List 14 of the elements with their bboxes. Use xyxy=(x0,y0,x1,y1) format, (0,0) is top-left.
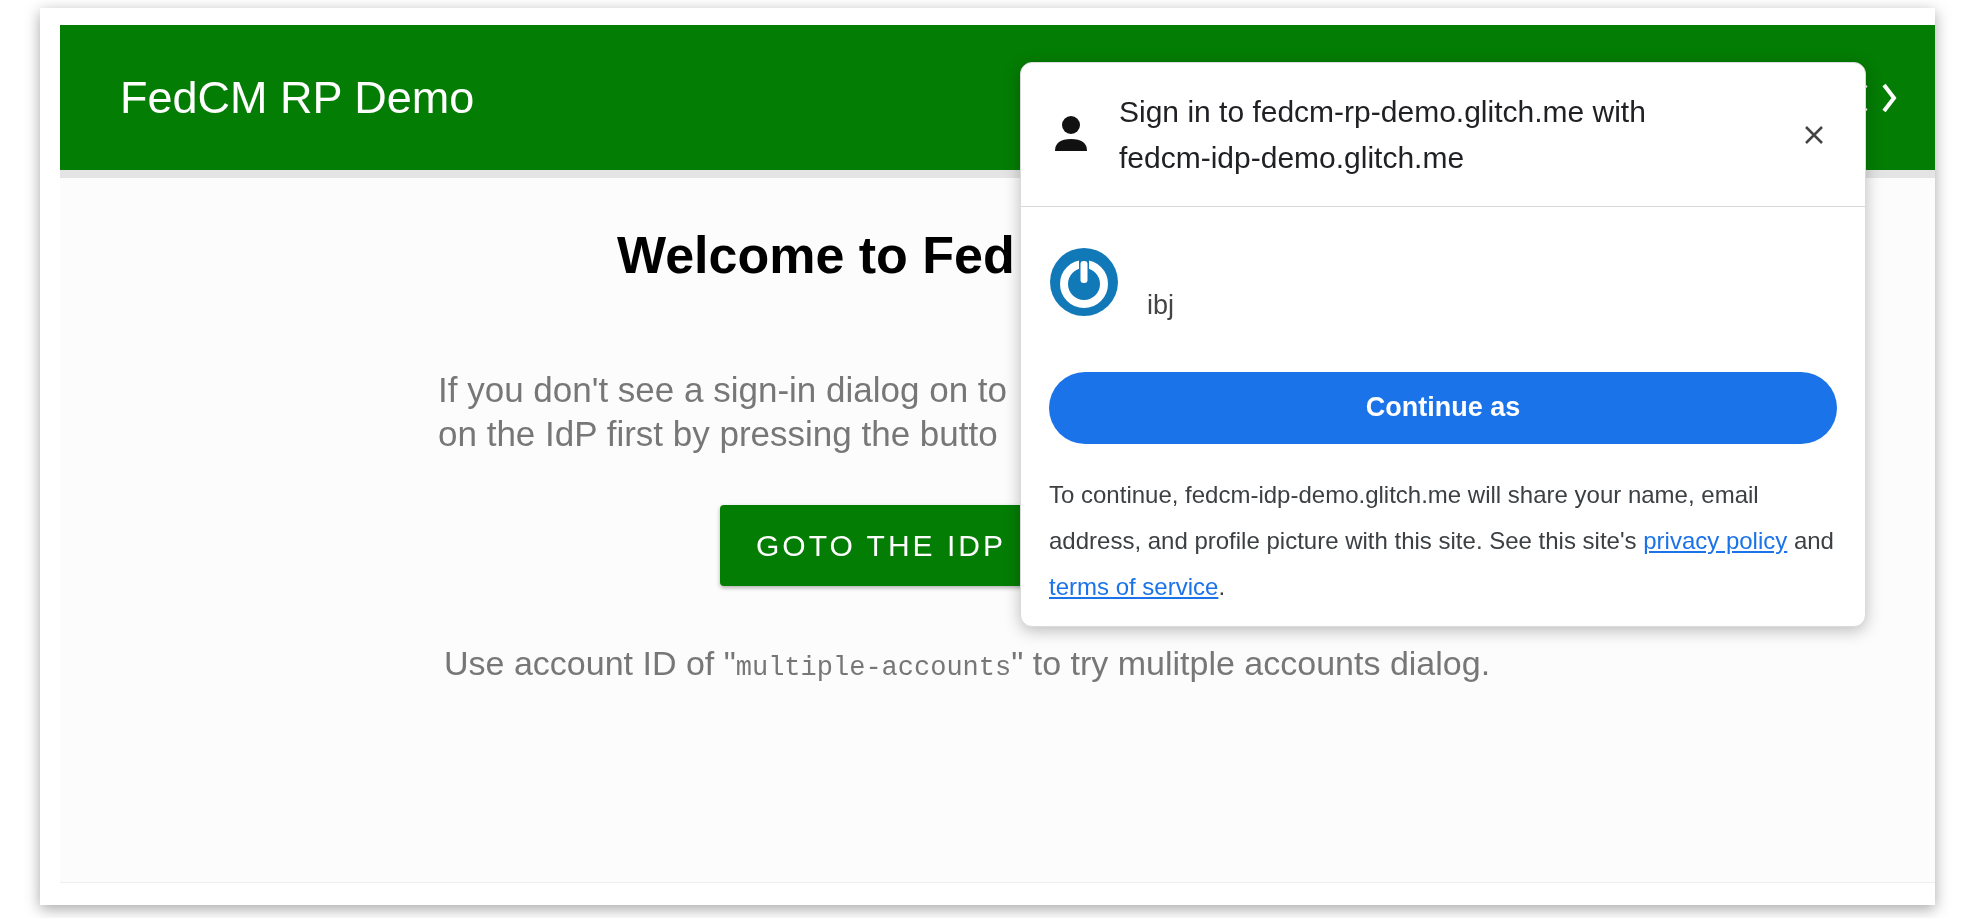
account-name: ibj xyxy=(1147,289,1174,322)
app-title: FedCM RP Demo xyxy=(120,70,475,125)
account-avatar-icon xyxy=(1049,247,1119,317)
dialog-title: Sign in to fedcm-rp-demo.glitch.me with xyxy=(1119,93,1647,130)
instruction-text: If you don't see a sign-in dialog on to xyxy=(438,369,1007,411)
instruction-text: on the IdP first by pressing the butto xyxy=(438,413,998,455)
close-icon[interactable] xyxy=(1803,123,1825,146)
terms-of-service-link[interactable]: terms of service xyxy=(1049,572,1219,600)
hint-text: Use account ID of "multiple-accounts" to try mulitple accounts dialog. xyxy=(444,643,1491,685)
continue-button[interactable]: Continue as xyxy=(1049,371,1837,444)
page-heading: Welcome to Fed xyxy=(617,225,1015,286)
disclosure-text: To continue, fedcm-idp-demo.glitch.me will share your name, email address, and profile picture with this site. See this site's privacy policy and terms of service. xyxy=(1049,479,1835,602)
privacy-policy-link[interactable]: privacy policy xyxy=(1643,526,1788,554)
dialog-title: fedcm-idp-demo.glitch.me xyxy=(1119,139,1466,176)
